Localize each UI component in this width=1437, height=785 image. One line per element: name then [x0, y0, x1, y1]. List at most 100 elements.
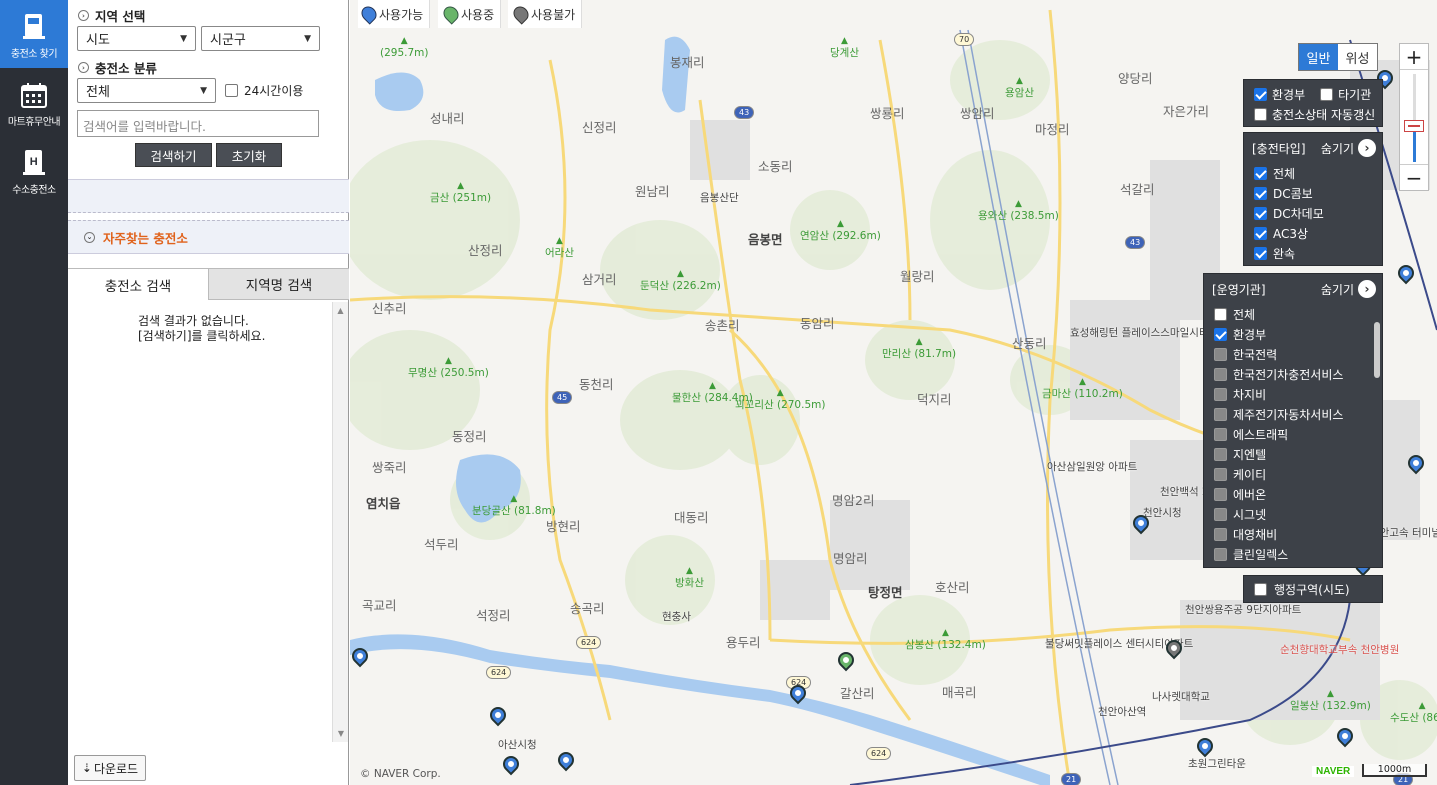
operator-option[interactable]: 클린일렉스: [1204, 544, 1382, 564]
other-org-checkbox[interactable]: [1320, 87, 1334, 101]
zoom-handle[interactable]: [1404, 120, 1424, 132]
charger-type-option[interactable]: DC차데모: [1244, 203, 1382, 223]
mountain-label: ▲ 무명산 (250.5m): [408, 355, 489, 379]
env-checkbox[interactable]: [1254, 87, 1267, 101]
operator-option[interactable]: 차지비: [1204, 384, 1382, 404]
auto-refresh-checkbox[interactable]: [1254, 107, 1267, 121]
operator-hide[interactable]: 숨기기 ›: [1321, 280, 1376, 298]
zoom-in-button[interactable]: +: [1400, 44, 1428, 70]
search-button[interactable]: 검색하기: [135, 143, 212, 167]
results-scrollbar[interactable]: ▲ ▼: [332, 302, 348, 742]
search-input[interactable]: 검색어를 입력바랍니다.: [77, 110, 319, 137]
checkbox[interactable]: [1214, 447, 1227, 461]
charger-type-hide[interactable]: 숨기기 ›: [1321, 139, 1376, 157]
operator-scrollbar[interactable]: [1374, 322, 1380, 378]
map-place-label: 쌍룡리: [870, 106, 905, 121]
region-title: › 지역 선택: [78, 6, 145, 25]
checkbox[interactable]: [1214, 507, 1227, 521]
hours24-option[interactable]: 24시간이용: [225, 82, 303, 99]
operator-option[interactable]: 케이티: [1204, 464, 1382, 484]
operator-option[interactable]: 에스트래픽: [1204, 424, 1382, 444]
checkbox[interactable]: [1214, 467, 1227, 481]
nav-hydrogen[interactable]: H 수소충전소: [0, 136, 68, 204]
zoom-track[interactable]: [1413, 74, 1416, 162]
admin-area-option[interactable]: 행정구역(시도): [1243, 575, 1383, 603]
charger-type-option[interactable]: DC콤보: [1244, 183, 1382, 203]
checkbox[interactable]: [1214, 347, 1227, 361]
checkbox[interactable]: [1214, 327, 1227, 341]
operator-option[interactable]: 시그넷: [1204, 504, 1382, 524]
road-number-badge: 21: [1061, 773, 1082, 785]
search-panel: › 지역 선택 시도 ▼ 시군구 ▼ › 충전소 분류 전체 ▼ 24시간이용 검색어를 …: [68, 0, 349, 785]
nav-mart-holiday[interactable]: 마트휴무안내: [0, 68, 68, 136]
checkbox[interactable]: [1214, 407, 1227, 421]
sido-select[interactable]: 시도 ▼: [77, 26, 196, 51]
option-label: 한국전기차충전서비스: [1233, 367, 1344, 382]
checkbox[interactable]: [1254, 226, 1267, 240]
checkbox[interactable]: [1254, 206, 1267, 220]
checkbox[interactable]: [1214, 367, 1227, 381]
map-place-label: 쌍암리: [960, 106, 995, 121]
class-select[interactable]: 전체 ▼: [77, 78, 216, 103]
map-place-label: 동암리: [800, 316, 835, 331]
map-place-label: 명암리: [833, 551, 868, 566]
checkbox[interactable]: [1214, 307, 1227, 321]
operator-option[interactable]: 대영채비: [1204, 524, 1382, 544]
checkbox[interactable]: [1214, 427, 1227, 441]
mountain-name: 삼봉산 (132.4m): [905, 639, 986, 651]
download-button[interactable]: ⇣ 다운로드: [74, 755, 146, 781]
operator-option[interactable]: 지엔텔: [1204, 444, 1382, 464]
map-type-normal[interactable]: 일반: [1299, 44, 1338, 70]
mountain-name: 일봉산 (132.9m): [1290, 700, 1371, 712]
admin-area-checkbox[interactable]: [1254, 582, 1267, 596]
checkbox[interactable]: [1254, 246, 1267, 260]
checkbox[interactable]: [1254, 166, 1267, 180]
favorites-header[interactable]: ⌄ 자주찾는 충전소: [68, 220, 349, 254]
operator-option[interactable]: 제주전기자동차서비스: [1204, 404, 1382, 424]
sigungu-select[interactable]: 시군구 ▼: [201, 26, 320, 51]
map-place-label: 산정리: [468, 243, 503, 258]
marker-dot: [355, 651, 365, 661]
reset-button[interactable]: 초기화: [216, 143, 282, 167]
operator-option[interactable]: 한국전력: [1204, 344, 1382, 364]
map-view[interactable]: 봉재리 성내리 신정리 원남리 소동리 쌍룡리 쌍암리 마정리 양당리 자은가리 음봉면 산정리 삼거리…: [350, 0, 1437, 785]
poi-label: 아산시청: [498, 739, 537, 751]
map-type-satellite[interactable]: 위성: [1338, 44, 1377, 70]
hours24-checkbox[interactable]: [225, 84, 238, 97]
map-place-label: 양당리: [1118, 71, 1153, 86]
checkbox[interactable]: [1254, 186, 1267, 200]
mountain-icon: ▲: [686, 566, 693, 576]
mountain-label: ▲ 둔덕산 (226.2m): [640, 268, 721, 292]
map-place-label: 성내리: [430, 111, 465, 126]
mountain-name: 용와산 (238.5m): [978, 210, 1059, 222]
hydrogen-station-icon: H: [23, 150, 45, 175]
chevron-down-icon: ⌄: [84, 231, 95, 243]
marker-dot: [793, 688, 803, 698]
tab-station-search[interactable]: 충전소 검색: [68, 268, 209, 300]
mountain-name: 용암산: [1005, 87, 1034, 99]
road-number-badge: 43: [734, 106, 755, 119]
mountain-label: ▲ 삼봉산 (132.4m): [905, 627, 986, 651]
option-label: DC콤보: [1273, 186, 1313, 201]
zoom-out-button[interactable]: −: [1400, 164, 1428, 190]
nav-find-station[interactable]: 충전소 찾기: [0, 0, 68, 68]
operator-option[interactable]: 전체: [1204, 304, 1382, 324]
mountain-icon: ▲: [836, 219, 844, 229]
operator-option[interactable]: 환경부: [1204, 324, 1382, 344]
checkbox[interactable]: [1214, 487, 1227, 501]
charger-type-option[interactable]: 전체: [1244, 163, 1382, 183]
tab-region-search[interactable]: 지역명 검색: [209, 268, 349, 300]
mountain-label: ▲ 연암산 (292.6m): [800, 218, 881, 242]
mountain-label: ▲ 용와산 (238.5m): [978, 198, 1059, 222]
operator-option[interactable]: 에버온: [1204, 484, 1382, 504]
checkbox[interactable]: [1214, 527, 1227, 541]
checkbox[interactable]: [1214, 387, 1227, 401]
charger-type-option[interactable]: AC3상: [1244, 223, 1382, 243]
mountain-label: ▲ 당계산: [830, 35, 859, 59]
checkbox[interactable]: [1214, 547, 1227, 561]
marker-dot: [1169, 643, 1179, 653]
map-place-label: 동정리: [452, 429, 487, 444]
charger-type-option[interactable]: 완속: [1244, 243, 1382, 263]
mountain-name: 수도산 (86m): [1390, 712, 1437, 724]
operator-option[interactable]: 한국전기차충전서비스: [1204, 364, 1382, 384]
